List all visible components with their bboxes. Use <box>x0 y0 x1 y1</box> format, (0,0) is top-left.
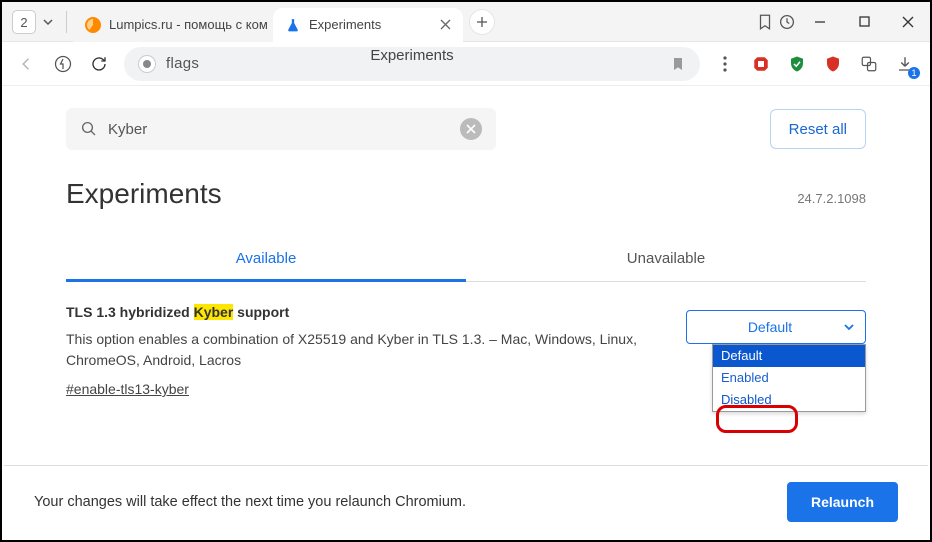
separator <box>66 11 67 33</box>
relaunch-button[interactable]: Relaunch <box>787 482 898 522</box>
tab-available[interactable]: Available <box>66 238 466 282</box>
flask-icon <box>285 17 301 33</box>
bookmark-icon[interactable] <box>670 56 686 72</box>
url-text: flags <box>166 55 199 72</box>
flag-state-dropdown: Default Enabled Disabled <box>712 344 866 412</box>
page-tabs: Available Unavailable <box>66 238 866 282</box>
flag-row: TLS 1.3 hybridized Kyber support This op… <box>66 302 866 400</box>
new-tab-button[interactable] <box>469 9 495 35</box>
more-menu-icon[interactable] <box>714 53 736 75</box>
search-row: Kyber Reset all <box>66 108 866 150</box>
yandex-logo-icon[interactable] <box>52 53 74 75</box>
translate-icon[interactable] <box>858 53 880 75</box>
window-titlebar: 2 Lumpics.ru - помощь с ком Experiments <box>2 2 930 42</box>
tab-experiments[interactable]: Experiments <box>273 8 463 42</box>
option-disabled[interactable]: Disabled <box>713 389 865 411</box>
select-value: Default <box>697 319 843 335</box>
reload-button[interactable] <box>88 53 110 75</box>
close-icon[interactable] <box>440 19 451 30</box>
browser-toolbar: flags Experiments 1 <box>2 42 930 86</box>
shield-check-icon[interactable] <box>786 53 808 75</box>
minimize-button[interactable] <box>798 3 842 41</box>
download-badge: 1 <box>908 67 920 79</box>
bookmark-outline-icon[interactable] <box>754 11 776 33</box>
shield-alert-icon[interactable] <box>822 53 844 75</box>
omnibox-page-title: Experiments <box>370 47 453 64</box>
relaunch-bar: Your changes will take effect the next t… <box>4 465 928 538</box>
search-input[interactable]: Kyber <box>66 108 496 150</box>
relaunch-message: Your changes will take effect the next t… <box>34 494 466 510</box>
flag-description: This option enables a combination of X25… <box>66 329 666 371</box>
option-default[interactable]: Default <box>713 345 865 367</box>
flag-title: TLS 1.3 hybridized Kyber support <box>66 302 666 323</box>
chevron-down-icon[interactable] <box>42 16 54 28</box>
tab-lumpics[interactable]: Lumpics.ru - помощь с ком <box>73 8 273 42</box>
chevron-down-icon <box>843 321 855 333</box>
tab-count-badge[interactable]: 2 <box>12 10 36 34</box>
tab-label: Lumpics.ru - помощь с ком <box>109 17 268 32</box>
download-icon[interactable]: 1 <box>894 53 916 75</box>
search-icon <box>80 120 98 138</box>
site-favicon <box>138 55 156 73</box>
maximize-button[interactable] <box>842 3 886 41</box>
search-query-text: Kyber <box>108 121 147 138</box>
option-enabled[interactable]: Enabled <box>713 367 865 389</box>
lumpics-icon <box>85 17 101 33</box>
page-heading: Experiments <box>66 178 222 210</box>
tab-unavailable[interactable]: Unavailable <box>466 238 866 281</box>
close-window-button[interactable] <box>886 3 930 41</box>
tab-label: Experiments <box>309 17 381 32</box>
back-button[interactable] <box>16 53 38 75</box>
version-text: 24.7.2.1098 <box>797 191 866 206</box>
flag-hash-link[interactable]: #enable-tls13-kyber <box>66 379 189 400</box>
history-icon[interactable] <box>776 11 798 33</box>
reset-all-button[interactable]: Reset all <box>770 109 866 149</box>
clear-search-icon[interactable] <box>460 118 482 140</box>
adblock-icon[interactable] <box>750 53 772 75</box>
flag-state-select[interactable]: Default <box>686 310 866 344</box>
